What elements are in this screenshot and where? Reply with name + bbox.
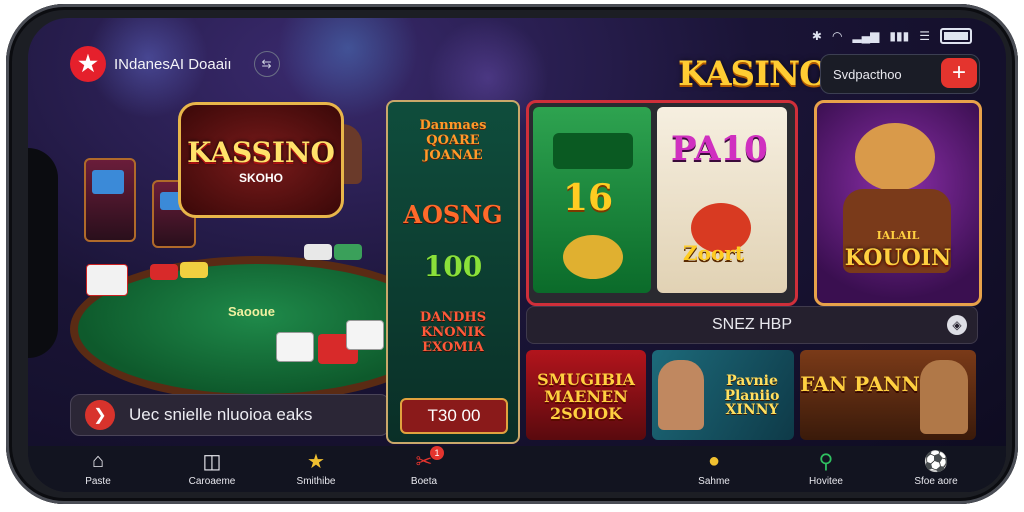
swap-icon[interactable]: ◈ — [947, 315, 967, 335]
notification-badge: 1 — [430, 446, 444, 460]
coin-icon — [563, 235, 623, 279]
brand-name: INdanesAI Doaaiı — [114, 55, 232, 73]
signal-bars-icon: ▮▮▮ — [889, 29, 910, 43]
logo-title: KASSINO — [187, 135, 335, 169]
reel-right: PA10 Zoort — [657, 107, 787, 293]
game-title[interactable]: AOSNG — [398, 200, 508, 229]
brand[interactable]: ★ INdanesAI Doaaiı ⇆ — [70, 46, 280, 82]
mascot-image — [855, 123, 935, 191]
chips-image — [304, 244, 332, 260]
kasino-logo[interactable]: KASSINO SKOHO — [178, 102, 344, 218]
wifi-icon: ◠ — [831, 29, 843, 43]
chips-image — [180, 262, 208, 278]
promo-text: Uec snielle nluoioa eaks — [129, 405, 313, 424]
chips-image — [150, 264, 178, 280]
chips-image — [334, 244, 362, 260]
reel-left: 16 — [533, 107, 651, 293]
dice-image — [346, 320, 384, 350]
star-logo-icon: ★ — [70, 46, 106, 82]
promo-bar[interactable]: ❯ Uec snielle nluoioa eaks — [70, 394, 390, 436]
table-text: Saooue — [228, 304, 275, 319]
nav-item-slots[interactable]: ✂ 1 Boeta — [384, 446, 464, 487]
thumbnail-title: Pavnie Planiio XINNY — [724, 373, 780, 419]
nav-item-favorites[interactable]: ★ Smithibe — [276, 448, 356, 488]
share-icon[interactable]: ⇆ — [253, 51, 280, 77]
soccer-icon: ⚽ — [923, 450, 949, 473]
signal-icon: ▂▄▆ — [852, 29, 880, 43]
search-box[interactable]: + — [820, 54, 980, 94]
reel-value: Zoort — [683, 241, 745, 265]
cube-icon: ◫ — [202, 450, 222, 473]
nav-label: Sfoe aore — [914, 476, 958, 487]
game-title[interactable]: Danmaes QOARE JOANAE — [398, 118, 508, 163]
search-icon: ⚲ — [818, 450, 834, 473]
promo-banner[interactable]: SNEZ HBP ◈ — [526, 306, 978, 344]
slots-card[interactable]: 16 PA10 Zoort — [526, 100, 798, 306]
mascot-card[interactable]: IALAIL KOUOIN — [814, 100, 982, 306]
home-icon: ⌂ — [91, 449, 105, 472]
star-icon: ★ — [307, 450, 325, 473]
nav-label: Smithibe — [296, 476, 336, 487]
thumbnail-title: SMUGIBIA MAENEN 2SOIOK — [537, 370, 635, 423]
nav-label: Sahme — [698, 476, 730, 487]
nav-label: Paste — [85, 476, 111, 487]
bluetooth-icon: ✱ — [811, 29, 822, 43]
nav-item-search[interactable]: ⚲ Hovitee — [786, 448, 866, 488]
game-thumbnail[interactable]: Pavnie Planiio XINNY — [652, 350, 794, 440]
bag-icon — [553, 133, 633, 169]
price-button[interactable]: Т30 00 — [400, 398, 508, 434]
nav-item-home[interactable]: ⌂ Paste — [58, 448, 138, 488]
search-input[interactable] — [821, 65, 945, 83]
game-column[interactable]: Danmaes QOARE JOANAE AOSNG 100 DANDHS KN… — [386, 100, 520, 444]
game-title[interactable]: 100 — [398, 250, 508, 283]
nav-label: Hovitee — [809, 476, 843, 487]
nav-item-sports[interactable]: ⚽ Sfoe aore — [896, 448, 976, 488]
camera-notch — [28, 148, 58, 358]
chevron-right-icon: ❯ — [85, 400, 115, 430]
host-image — [658, 360, 704, 430]
page-title: KASINO — [678, 54, 829, 94]
add-button[interactable]: + — [941, 58, 977, 88]
game-thumbnail[interactable]: JUFAN PANNIEN — [800, 350, 976, 440]
host-image — [920, 360, 968, 434]
nav-item-coins[interactable]: ● Sahme — [674, 448, 754, 488]
dice-image — [276, 332, 314, 362]
reel-value: 16 — [563, 177, 614, 219]
mascot-top-label: IALAIL — [876, 229, 920, 242]
game-thumbnail[interactable]: SMUGIBIA MAENEN 2SOIOK — [526, 350, 646, 440]
app-screen: ✱ ◠ ▂▄▆ ▮▮▮ ☰ ★ INdanesAI Doaaiı ⇆ KASIN… — [28, 18, 1006, 492]
bottom-nav: ⌂ Paste ◫ Caroaeme ★ Smithibe ✂ 1 Boeta … — [28, 446, 1006, 492]
reel-value: PA10 — [671, 129, 768, 169]
game-title[interactable]: DANDHS KNONIK EXOMIA — [398, 310, 508, 355]
coin-icon: ● — [707, 449, 721, 472]
nav-label: Caroaeme — [188, 476, 236, 487]
logo-subtitle: SKOHO — [238, 170, 283, 185]
nav-label: Boeta — [410, 476, 438, 487]
nav-item-casino[interactable]: ◫ Caroaeme — [172, 448, 252, 488]
menu-icon: ☰ — [919, 29, 930, 43]
battery-icon — [940, 28, 972, 44]
status-bar: ✱ ◠ ▂▄▆ ▮▮▮ ☰ — [812, 28, 972, 44]
cards-image — [86, 264, 128, 296]
mascot-label: KOUOIN — [844, 245, 952, 271]
banner-text: SNEZ HBP — [711, 316, 792, 333]
slot-machine-image — [84, 158, 136, 242]
phone-frame: ✱ ◠ ▂▄▆ ▮▮▮ ☰ ★ INdanesAI Doaaiı ⇆ KASIN… — [6, 4, 1018, 504]
